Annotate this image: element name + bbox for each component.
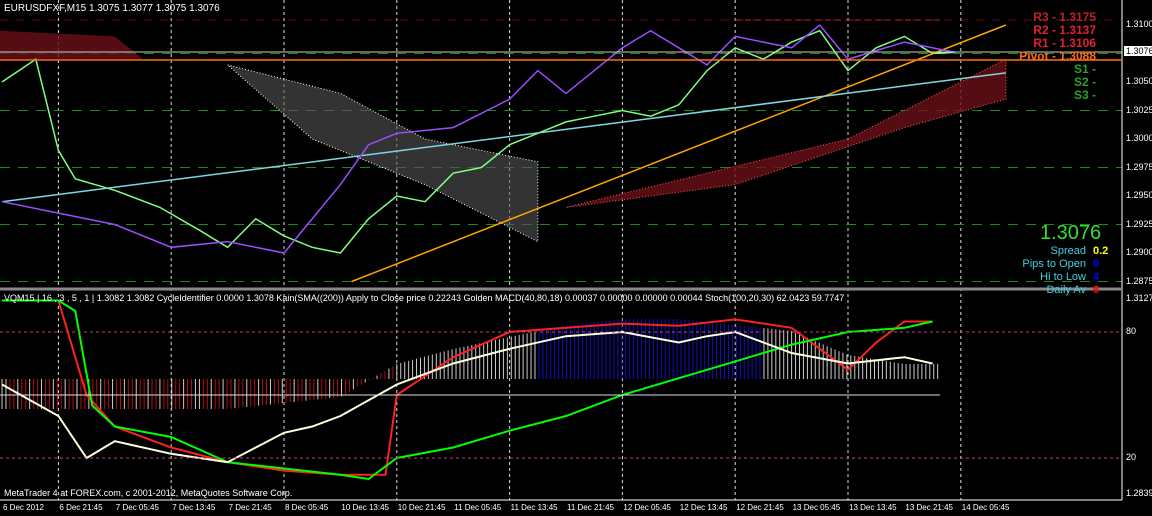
info-value: 0 <box>1093 258 1100 270</box>
info-value: 6 <box>1093 284 1100 296</box>
indicator-header: VQM15 | 16 , 3 , 5 , 1 | 1.3082 1.3082 C… <box>4 293 845 303</box>
time-tick: 12 Dec 05:45 <box>623 503 671 512</box>
price-tick: 1.2875 <box>1126 275 1152 286</box>
price-tick: 1.3050 <box>1126 76 1152 86</box>
series-close <box>1 29 956 254</box>
info-label: Spread <box>1050 245 1086 257</box>
time-tick: 10 Dec 21:45 <box>397 503 446 512</box>
time-tick: 7 Dec 21:45 <box>228 503 272 512</box>
indicator-bottom-value: 1.2839 <box>1126 488 1152 498</box>
price-tick: 1.3100 <box>1126 19 1152 29</box>
indicator-top-value: 1.3127 <box>1126 293 1152 303</box>
pivot-label: S3 - <box>1073 88 1096 102</box>
info-label: Pips to Open <box>1022 258 1086 270</box>
time-tick: 13 Dec 05:45 <box>792 503 841 512</box>
pivot-label: R2 - 1.3137 <box>1033 23 1096 37</box>
copyright-text: MetaTrader 4 at FOREX.com, c 2001-2012, … <box>4 488 293 498</box>
ichimoku-cloud-left <box>0 30 143 60</box>
pivot-label: R3 - 1.3175 <box>1033 10 1096 24</box>
pivot-label: R1 - 1.3106 <box>1033 36 1096 50</box>
time-tick: 11 Dec 05:45 <box>454 503 502 512</box>
indicator-tick: 20 <box>1126 452 1137 462</box>
chart-canvas[interactable] <box>0 0 1152 516</box>
time-tick: 13 Dec 21:45 <box>905 503 953 512</box>
time-tick: 12 Dec 13:45 <box>679 503 728 512</box>
time-tick: 11 Dec 21:45 <box>567 503 614 512</box>
time-tick: 7 Dec 05:45 <box>115 503 159 512</box>
price-tick: 1.2925 <box>1126 218 1152 229</box>
indicator-chart[interactable] <box>1 299 939 481</box>
series-stoch-signal <box>2 299 933 481</box>
indicator-tick: 80 <box>1126 326 1137 336</box>
series-oscillator <box>1 23 956 254</box>
info-label: Daily Av <box>1046 284 1086 296</box>
time-tick: 14 Dec 05:45 <box>961 503 1010 512</box>
time-tick: 8 Dec 05:45 <box>285 503 329 512</box>
pivot-label: Pivot - 1.3088 <box>1019 49 1096 63</box>
time-tick: 6 Dec 21:45 <box>59 503 103 512</box>
info-value: 4 <box>1093 271 1100 283</box>
pivot-label: S1 - <box>1073 62 1096 76</box>
time-tick: 10 Dec 13:45 <box>341 503 389 512</box>
price-tick: 1.2975 <box>1126 161 1152 172</box>
time-tick: 11 Dec 13:45 <box>510 503 558 512</box>
info-value: 0.2 <box>1093 245 1109 257</box>
time-tick: 13 Dec 13:45 <box>849 503 897 512</box>
price-tick: 1.3000 <box>1126 133 1152 143</box>
pivot-label: S2 - <box>1073 75 1096 89</box>
price-tick: 1.3025 <box>1126 104 1152 115</box>
time-tick: 12 Dec 21:45 <box>736 503 784 512</box>
series-stoch-main <box>2 299 933 476</box>
time-tick: 6 Dec 2012 <box>3 503 44 512</box>
current-price-tag: 1.3076 <box>1124 46 1152 56</box>
main-chart[interactable] <box>0 23 1007 283</box>
symbol-header: EURUSDFXF,M15 1.3075 1.3077 1.3075 1.307… <box>4 3 220 14</box>
grid <box>0 0 1122 500</box>
info-label: Hi to Low <box>1040 271 1086 283</box>
current-price-display: 1.3076 <box>1040 222 1102 244</box>
price-tick: 1.2900 <box>1126 247 1152 257</box>
time-tick: 7 Dec 13:45 <box>172 503 216 512</box>
price-tick: 1.2950 <box>1126 190 1152 200</box>
